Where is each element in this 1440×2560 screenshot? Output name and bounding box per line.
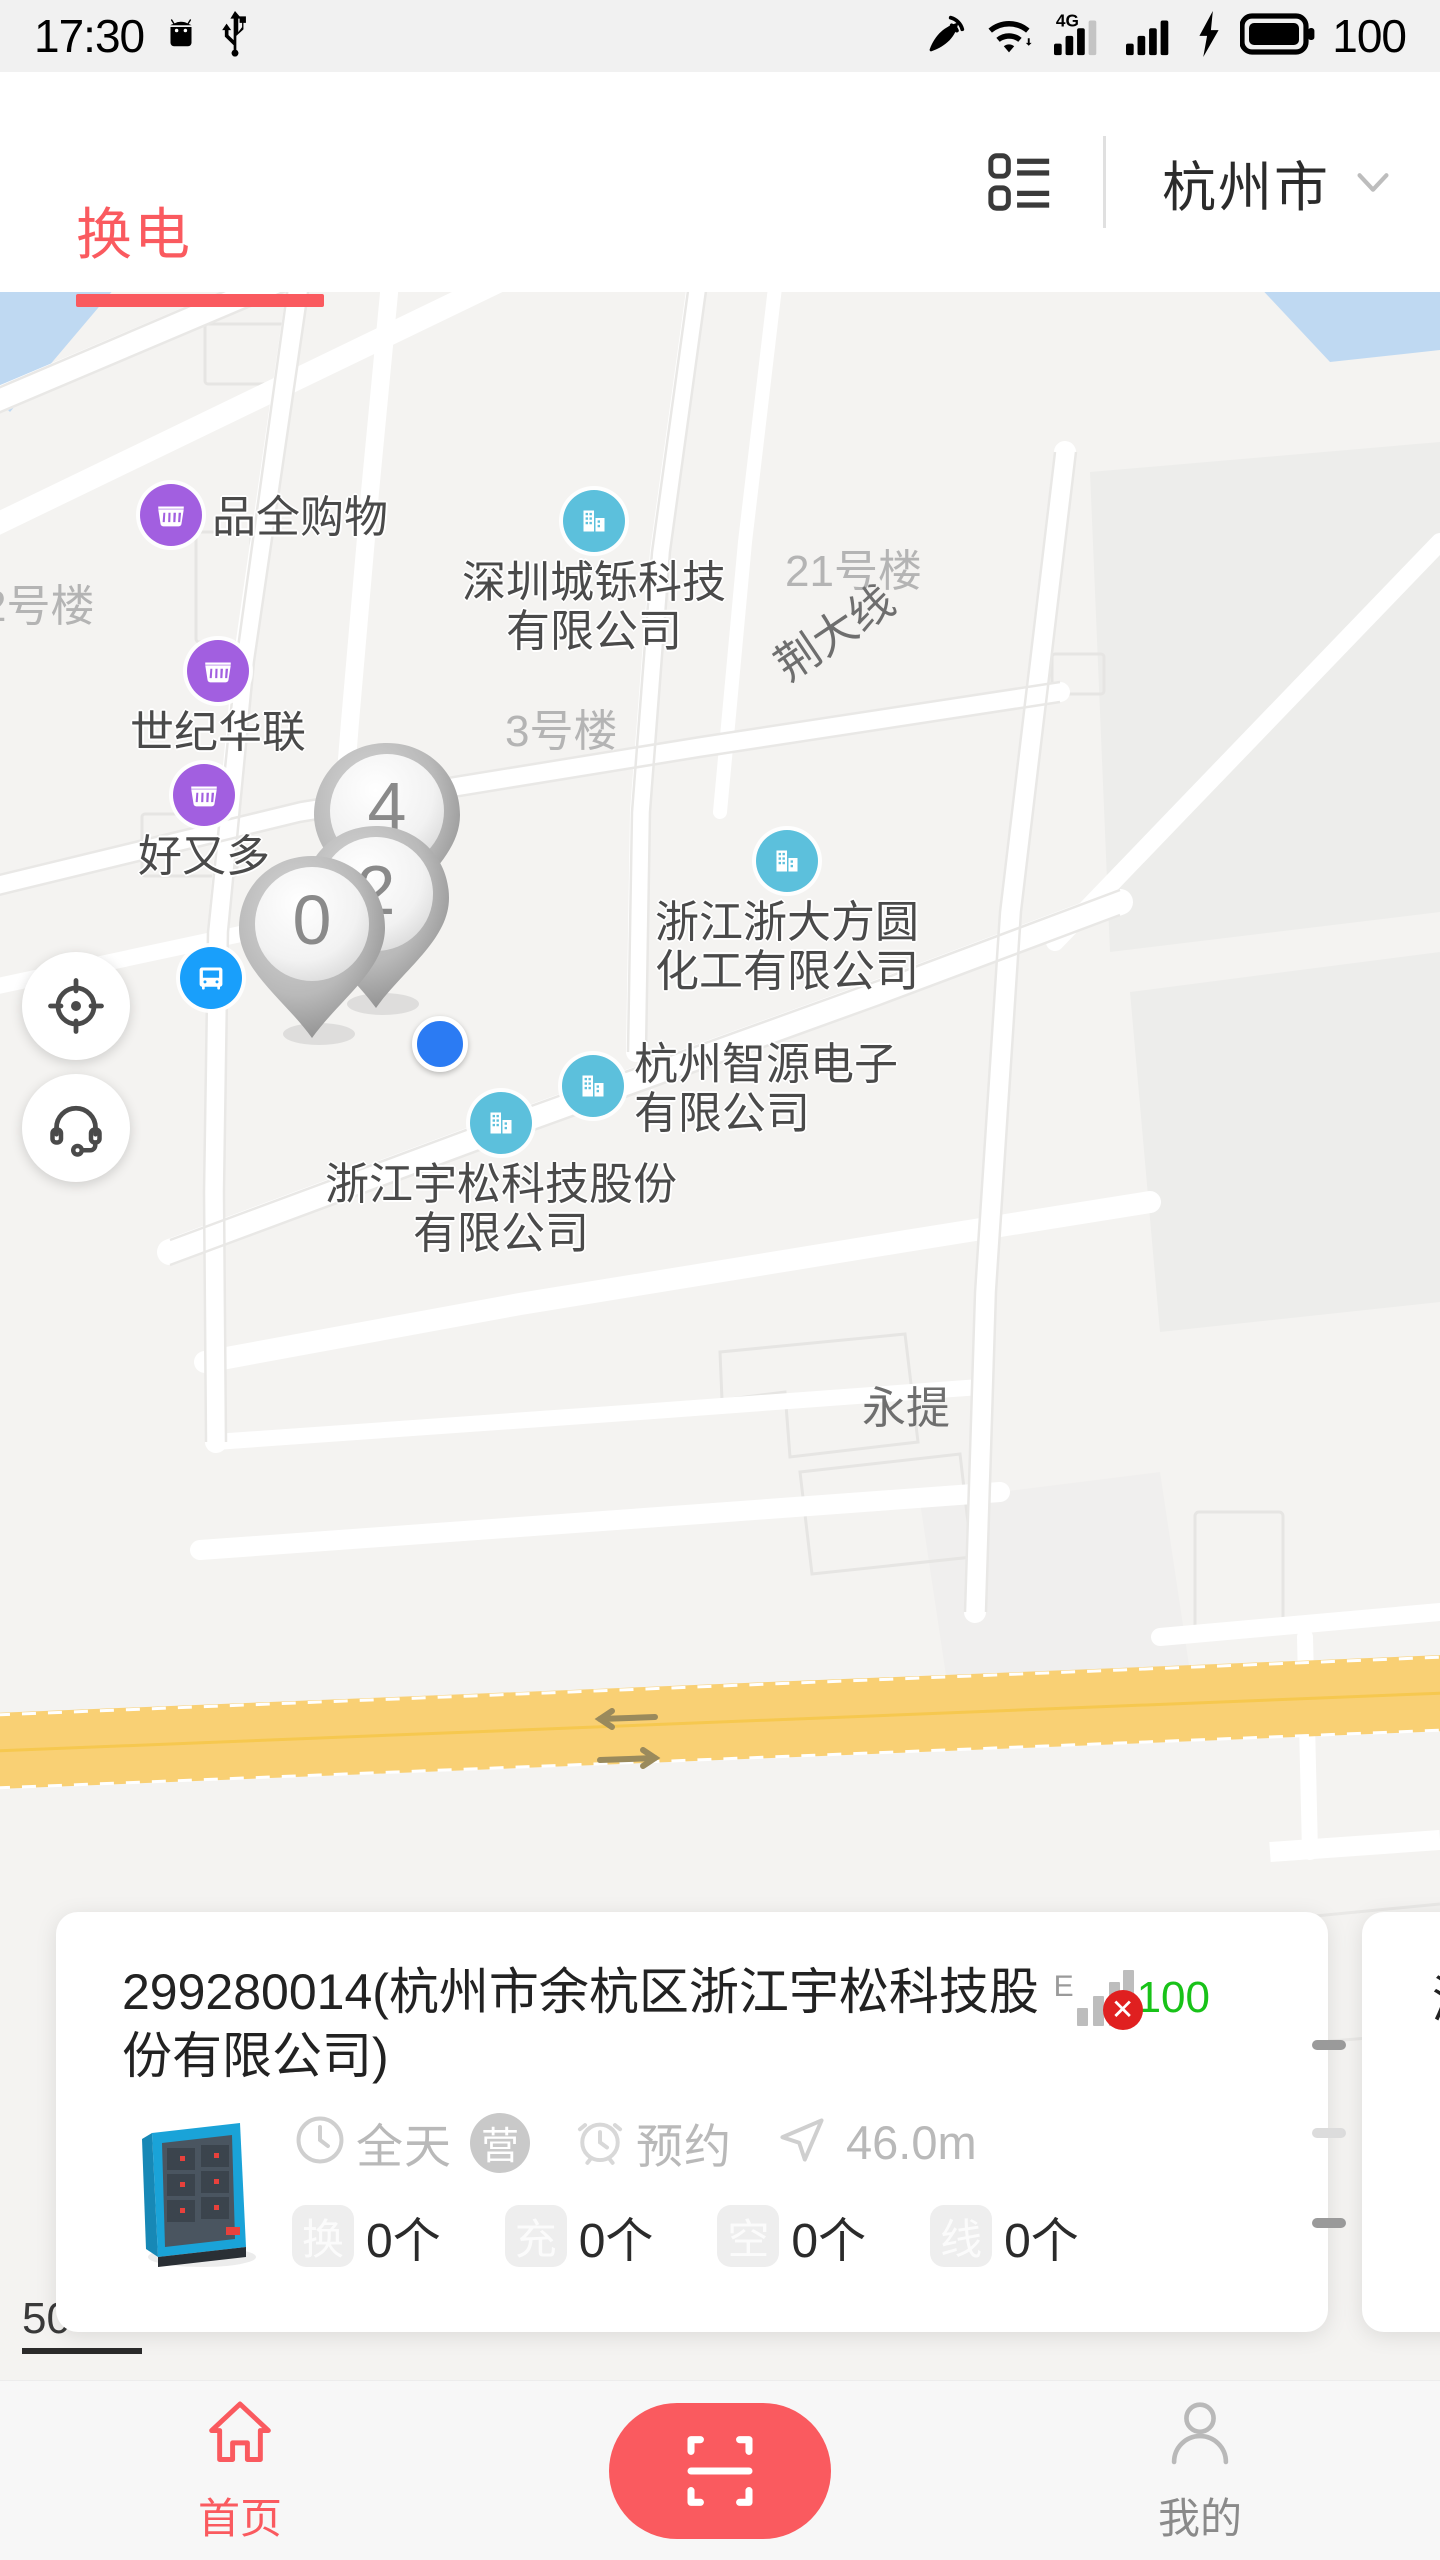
map-poi-company[interactable]: 深圳城铄科技 有限公司 (462, 490, 726, 657)
battery-cabinet-icon (1432, 2108, 1440, 2266)
map-label: 2号楼 (0, 582, 95, 631)
map-poi-shop[interactable]: 世纪华联 (130, 640, 306, 757)
person-icon (1163, 2396, 1237, 2475)
map-poi-label: 浙江宇松科技股份 有限公司 (325, 1160, 677, 1259)
map-poi-company[interactable]: 浙江浙大方圆 化工有限公司 (655, 830, 919, 997)
map-poi-label: 浙江浙大方圆 化工有限公司 (655, 898, 919, 997)
customer-service-button[interactable] (22, 1074, 130, 1182)
bottom-tab-bar: 首页 我的 (0, 2380, 1440, 2560)
battery-cabinet-icon (122, 2111, 274, 2269)
basket-icon (187, 640, 249, 702)
station-cluster-count: 0 (292, 881, 332, 959)
station-card-body: 全天 营 预约 46.0m 换 0个 充 0个 空 0个 线 0个 (122, 2108, 1288, 2271)
basket-icon (140, 484, 202, 546)
stat-charge: 充 0个 (504, 2201, 654, 2271)
usb-icon (218, 10, 252, 62)
station-stats-row: 换 0个 充 0个 空 0个 线 0个 (292, 2201, 1288, 2271)
tab-active-indicator (76, 294, 324, 307)
charging-bolt-icon (1194, 10, 1224, 62)
chevron-down-icon (1350, 159, 1396, 205)
basket-icon (173, 764, 235, 826)
building-icon (756, 830, 818, 892)
stat-charge-key: 充 (504, 2205, 567, 2267)
tab-home[interactable]: 首页 (0, 2381, 480, 2560)
android-robot-icon (160, 13, 202, 60)
station-card-carousel[interactable]: 299280014(杭州市余杭区浙江宇松科技股份有限公司) E ✕ 100 全天… (0, 1912, 1440, 2352)
station-open-badge: 营 (470, 2112, 530, 2173)
station-card[interactable]: 299280014(杭州市余杭区浙江宇松科技股份有限公司) E ✕ 100 全天… (56, 1912, 1346, 2332)
station-signal-indicator: E ✕ 100 (1053, 1970, 1210, 2030)
city-name: 杭州市 (1162, 157, 1330, 218)
header-right: 杭州市 (985, 72, 1396, 292)
station-reserve-label: 预约 (636, 2120, 732, 2173)
battery-icon (1239, 12, 1316, 61)
stat-line-key: 线 (930, 2205, 993, 2267)
scan-icon (687, 2436, 753, 2506)
stat-swap-key: 换 (292, 2205, 354, 2267)
app-header: 换电 杭州市 (0, 72, 1440, 307)
map-poi-shop[interactable]: 品全购物 (140, 484, 388, 546)
crosshair-icon (48, 978, 104, 1034)
scan-button[interactable] (609, 2403, 831, 2539)
station-card-next[interactable]: 测 (1362, 1912, 1440, 2332)
status-time: 17:30 (34, 10, 145, 62)
alarm-icon (572, 2112, 628, 2173)
carousel-scroll-indicator (1312, 1912, 1354, 2332)
map-poi-label: 品全购物 (212, 493, 388, 543)
road-label: 永提 (862, 1384, 950, 1433)
header-divider (1103, 136, 1106, 228)
tab-mine[interactable]: 我的 (960, 2381, 1440, 2560)
building-icon (563, 490, 625, 552)
map-label: 3号楼 (505, 707, 618, 756)
home-icon (203, 2396, 277, 2475)
stat-swap-value: 0个 (366, 2215, 441, 2268)
satellite-icon (922, 11, 968, 62)
navigate-icon (774, 2112, 830, 2173)
stat-empty-value: 0个 (791, 2215, 867, 2268)
map-poi-label: 深圳城铄科技 有限公司 (462, 558, 726, 657)
map-poi-company[interactable]: 浙江宇松科技股份 有限公司 (325, 1092, 677, 1259)
tab-swap-battery-label: 换电 (76, 203, 192, 266)
station-distance: 46.0m (846, 2116, 977, 2169)
list-icon[interactable] (985, 147, 1055, 217)
battery-percent: 100 (1332, 10, 1407, 62)
station-info-rows: 全天 营 预约 46.0m 换 0个 充 0个 空 0个 线 0个 (292, 2108, 1288, 2271)
stat-swap: 换 0个 (292, 2201, 441, 2271)
map-poi-label: 世纪华联 (130, 708, 306, 757)
headset-icon (50, 1105, 102, 1157)
signal-bars-icon (1124, 9, 1178, 64)
station-hours-label: 全天 (356, 2120, 452, 2173)
stat-empty-key: 空 (717, 2205, 780, 2267)
tab-home-label: 首页 (197, 2494, 282, 2542)
svg-text:4G: 4G (1056, 10, 1079, 30)
station-meta-row: 全天 营 预约 46.0m (292, 2108, 1288, 2177)
city-selector[interactable]: 杭州市 (1162, 143, 1396, 222)
status-bar-right: 4G 100 (922, 9, 1407, 64)
stat-charge-value: 0个 (578, 2215, 654, 2268)
user-location-dot (412, 1016, 468, 1072)
building-icon (470, 1092, 532, 1154)
locate-me-button[interactable] (22, 952, 130, 1060)
stat-line: 线 0个 (930, 2201, 1079, 2271)
clock-icon (292, 2112, 348, 2173)
status-bar-left: 17:30 (34, 9, 252, 63)
app-screen: 17:30 4G 100 换电 杭州市 21号楼 号楼 3号楼 荆大线 永提 品… (0, 0, 1440, 2560)
status-bar: 17:30 4G 100 (0, 0, 1440, 72)
tab-swap-battery[interactable]: 换电 (76, 190, 324, 307)
station-battery-value: 100 (1136, 1973, 1210, 2022)
wifi-icon (984, 11, 1034, 62)
station-next-title: 测 (1432, 1960, 1440, 2032)
signal-error-icon: ✕ (1102, 1990, 1143, 2030)
stat-empty: 空 0个 (717, 2201, 866, 2271)
signal-4g-icon: 4G (1050, 9, 1108, 64)
signal-network-label: E (1053, 1970, 1074, 2003)
station-title: 299280014(杭州市余杭区浙江宇松科技股份有限公司) (122, 1964, 1039, 2084)
tab-mine-label: 我的 (1157, 2494, 1242, 2542)
stat-line-value: 0个 (1004, 2215, 1079, 2268)
signal-bars-icon: ✕ (1076, 1970, 1143, 2030)
